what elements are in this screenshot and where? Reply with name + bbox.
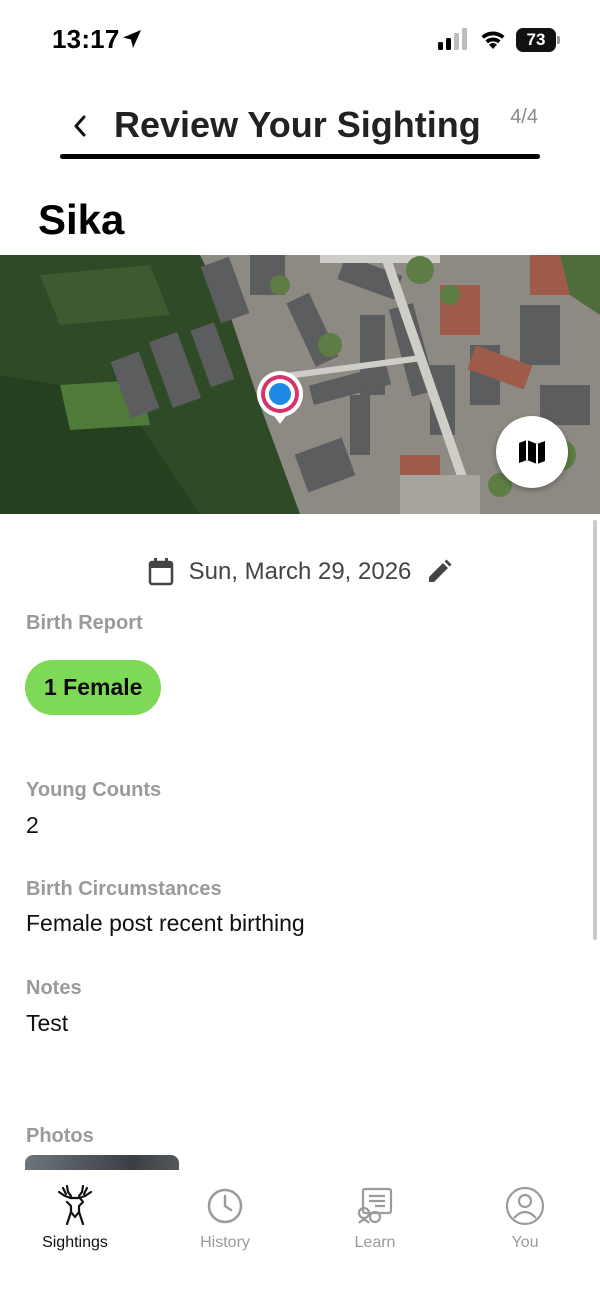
- battery-icon: 73: [516, 28, 560, 52]
- notes-value: Test: [26, 1010, 69, 1036]
- date-row[interactable]: Sun, March 29, 2026: [0, 552, 600, 592]
- photos-label: Photos: [26, 1125, 94, 1147]
- step-indicator: 4/4: [510, 106, 538, 128]
- tab-you[interactable]: You: [470, 1184, 580, 1254]
- edit-pencil-icon[interactable]: [425, 558, 453, 586]
- header-underline: [60, 154, 540, 159]
- tab-label-you: You: [511, 1234, 539, 1251]
- learn-icon: [352, 1184, 398, 1228]
- cellular-signal-icon: [438, 28, 467, 50]
- page-title: Review Your Sighting: [114, 104, 481, 145]
- map-type-toggle-button[interactable]: [496, 416, 568, 488]
- map-icon: [519, 440, 545, 464]
- birth-circumstances-value: Female post recent birthing: [26, 910, 305, 936]
- young-counts-value: 2: [26, 812, 39, 838]
- birth-report-label: Birth Report: [26, 612, 143, 634]
- tab-learn[interactable]: Learn: [320, 1184, 430, 1254]
- tab-label-history: History: [200, 1234, 250, 1251]
- tab-history[interactable]: History: [170, 1184, 280, 1254]
- deer-icon: [52, 1184, 98, 1228]
- battery-level: 73: [516, 28, 556, 52]
- status-bar: 13:17 73: [0, 0, 600, 80]
- tab-label-sightings: Sightings: [42, 1234, 108, 1251]
- chevron-left-icon: [74, 115, 86, 137]
- header: Review Your Sighting 4/4: [60, 96, 540, 160]
- status-time: 13:17: [52, 24, 120, 54]
- birth-circumstances-label: Birth Circumstances: [26, 878, 222, 900]
- clock-icon: [202, 1184, 248, 1228]
- species-name: Sika: [38, 196, 125, 243]
- user-icon: [502, 1184, 548, 1228]
- tab-sightings[interactable]: Sightings: [20, 1184, 130, 1254]
- sighting-date: Sun, March 29, 2026: [188, 558, 412, 585]
- location-arrow-icon: [123, 30, 141, 48]
- location-pin-icon: [257, 371, 303, 424]
- notes-label: Notes: [26, 977, 82, 999]
- birth-report-chip: 1 Female: [25, 660, 162, 715]
- wifi-icon: [481, 31, 505, 49]
- young-counts-label: Young Counts: [26, 779, 162, 801]
- back-button[interactable]: [60, 104, 100, 148]
- tab-bar: Sightings History Learn You: [0, 1170, 600, 1298]
- calendar-icon: [147, 558, 175, 586]
- tab-label-learn: Learn: [354, 1234, 396, 1251]
